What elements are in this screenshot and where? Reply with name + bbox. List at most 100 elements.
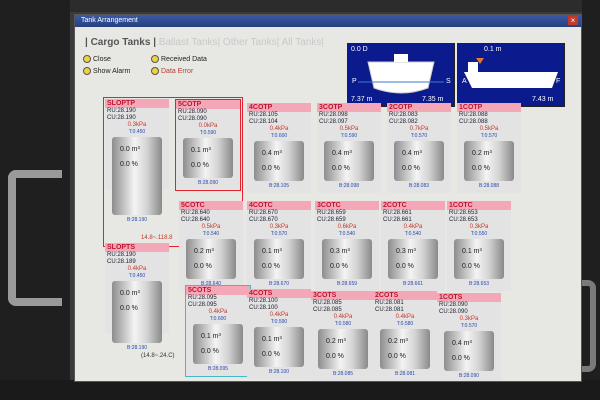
tank-cylinder: 0.1 m³ 0.0 % <box>254 327 304 367</box>
tank-ru: RU:28.640 <box>181 210 210 216</box>
tank-card-2[interactable]: 4COTP RU:28.105 CU:28.104 0.4kPa T:0.600 0.4 … <box>247 103 311 193</box>
tank-b-value: B:28.659 <box>336 281 358 287</box>
tank-volume: 0.4 m³ <box>402 150 422 157</box>
tank-card-14[interactable]: 3COTS RU:28.085 CU:28.085 0.4kPa T:0.580 0.2 … <box>311 291 375 381</box>
tank-fill-percent: 0.0 % <box>191 162 209 169</box>
draft-port-value: 7.37 m <box>351 96 373 103</box>
tank-pressure: 0.3kPa <box>459 316 479 322</box>
status-dot-icon <box>151 67 159 75</box>
tab-all-tanks[interactable]: All Tanks <box>282 37 322 48</box>
tank-tabs: | Cargo Tanks | Ballast Tanks| Other Tan… <box>85 37 324 48</box>
tank-name: 5COTS <box>186 286 250 295</box>
draft-fore-value: 7.43 m <box>532 96 554 103</box>
ship-trim-panel: 0.1 m A F 7.43 m <box>457 43 565 107</box>
tank-temperature: T:0.600 <box>270 133 288 139</box>
tank-b-value: B:28.670 <box>268 281 290 287</box>
tank-b-value: B:28.088 <box>478 183 500 189</box>
tank-volume: 0.2 m³ <box>326 338 346 345</box>
tank-card-0[interactable]: SLOPTP RU:28.190 CU:28.190 0.3kPa T:0.450 0.0… <box>105 99 169 223</box>
tank-pressure: 0.7kPa <box>409 126 429 132</box>
tank-volume: 0.0 m³ <box>120 146 140 153</box>
tank-name: SLOPTP <box>105 99 169 108</box>
tank-temperature: T:0.580 <box>396 321 414 327</box>
tank-fill-percent: 0.0 % <box>462 263 480 270</box>
tank-cu: CU:28.661 <box>383 217 412 223</box>
tank-cu: CU:28.088 <box>459 119 488 125</box>
window-title: Tank Arrangement <box>81 17 138 24</box>
tank-cu: CU:28.081 <box>375 307 404 313</box>
radio-icon <box>83 67 91 75</box>
tank-cu: CU:28.082 <box>389 119 418 125</box>
tank-fill-percent: 0.0 % <box>388 353 406 360</box>
aft-label: A <box>462 78 467 85</box>
tank-card-15[interactable]: 2COTS RU:28.081 CU:28.081 0.4kPa T:0.580 0.2 … <box>373 291 437 381</box>
tank-cylinder: 0.2 m³ 0.0 % <box>380 329 430 369</box>
tank-cu: CU:28.104 <box>249 119 278 125</box>
tank-temperature: T:0.570 <box>460 323 478 329</box>
tank-card-3[interactable]: 3COTP RU:28.098 CU:28.097 0.5kPa T:0.590 0.4 … <box>317 103 381 193</box>
tank-volume: 0.4 m³ <box>262 150 282 157</box>
tank-card-13[interactable]: 4COTS RU:28.100 CU:28.100 0.4kPa T:0.590 0.1 … <box>247 289 311 379</box>
tank-cylinder: 0.4 m³ 0.0 % <box>254 141 304 181</box>
tank-pressure: 0.4kPa <box>333 314 353 320</box>
tank-b-value: B:28.105 <box>268 183 290 189</box>
tank-b-value: B:28.190 <box>126 345 148 351</box>
slops-temperature: (14.8~.24.C) <box>141 353 175 359</box>
tank-card-1[interactable]: 5COTP RU:28.090 CU:28.090 0.0kPa T:0.590 0.1 … <box>175 99 241 191</box>
tank-card-11[interactable]: SLOPTS RU:28.190 CU:28.189 0.4kPa T:0.450 0.0… <box>105 243 169 351</box>
tank-name: 2COTS <box>373 291 437 300</box>
tank-volume: 0.0 m³ <box>120 290 140 297</box>
tank-volume: 0.4 m³ <box>452 340 472 347</box>
tank-b-value: B:28.661 <box>402 281 424 287</box>
show-alarm-option[interactable]: Show Alarm <box>83 67 130 75</box>
port-label: P <box>352 78 357 85</box>
tank-card-4[interactable]: 2COTP RU:28.083 CU:28.082 0.7kPa T:0.570 0.4 … <box>387 103 451 193</box>
tab-cargo-tanks[interactable]: | Cargo Tanks | <box>85 37 156 48</box>
monitor-bezel-bottom <box>0 380 600 400</box>
tank-volume: 0.3 m³ <box>330 248 350 255</box>
tank-card-7[interactable]: 4COTC RU:28.670 CU:28.670 0.3kPa T:0.570 0.1 … <box>247 201 311 291</box>
tank-cylinder: 0.4 m³ 0.0 % <box>394 141 444 181</box>
tank-name: 1COTC <box>447 201 511 210</box>
close-icon[interactable]: × <box>568 16 578 25</box>
tank-ru: RU:28.661 <box>383 210 412 216</box>
tank-cu: CU:28.090 <box>439 309 468 315</box>
tank-cu: CU:28.189 <box>107 259 136 265</box>
tank-volume: 0.1 m³ <box>262 336 282 343</box>
tank-b-value: B:28.090 <box>458 373 480 379</box>
tank-card-9[interactable]: 2COTC RU:28.661 CU:28.661 0.4kPa T:0.540 0.3 … <box>381 201 445 291</box>
tank-cu: CU:28.095 <box>188 302 217 308</box>
received-data-indicator: Received Data <box>151 55 207 63</box>
tank-fill-percent: 0.0 % <box>330 263 348 270</box>
tank-temperature: T:0.590 <box>199 130 217 136</box>
tank-ru: RU:28.085 <box>313 300 342 306</box>
tab-ballast-tanks[interactable]: Ballast Tanks <box>159 37 218 48</box>
close-option[interactable]: Close <box>83 55 111 63</box>
tank-fill-percent: 0.0 % <box>262 263 280 270</box>
tank-card-6[interactable]: 5COTC RU:28.640 CU:28.640 0.5kPa T:0.540 0.2 … <box>179 201 243 291</box>
ship-heel-panel: 0.0 D P S 7.37 m 7.35 m <box>347 43 455 107</box>
tank-volume: 0.1 m³ <box>262 248 282 255</box>
tank-pressure: 0.4kPa <box>269 312 289 318</box>
window-titlebar: Tank Arrangement × <box>75 15 581 27</box>
tab-other-tanks[interactable]: Other Tanks <box>223 37 277 48</box>
tank-name: 5COTC <box>179 201 243 210</box>
tank-fill-percent: 0.0 % <box>396 263 414 270</box>
tank-ru: RU:28.081 <box>375 300 404 306</box>
tank-card-8[interactable]: 3COTC RU:28.659 CU:28.659 0.6kPa T:0.540 0.3 … <box>315 201 379 291</box>
tank-volume: 0.1 m³ <box>201 333 221 340</box>
tank-temperature: T:0.570 <box>270 231 288 237</box>
tank-card-16[interactable]: 1COTS RU:28.090 CU:28.090 0.3kPa T:0.570 0.4 … <box>437 293 501 381</box>
tank-volume: 0.2 m³ <box>388 338 408 345</box>
tank-pressure: 0.4kPa <box>127 266 147 272</box>
tank-card-5[interactable]: 1COTP RU:28.088 CU:28.088 0.5kPa T:0.570 0.2 … <box>457 103 521 193</box>
tank-cu: CU:28.640 <box>181 217 210 223</box>
tank-b-value: B:28.085 <box>332 371 354 377</box>
tank-volume: 0.3 m³ <box>396 248 416 255</box>
tank-card-12[interactable]: 5COTS RU:28.095 CU:28.095 0.4kPa T:0.600 0.1 … <box>185 285 251 377</box>
tank-card-10[interactable]: 1COTC RU:28.653 CU:28.653 0.3kPa T:0.550 0.1 … <box>447 201 511 291</box>
tank-ru: RU:28.083 <box>389 112 418 118</box>
tank-cu: CU:28.085 <box>313 307 342 313</box>
status-dot-icon <box>151 55 159 63</box>
tank-temperature: T:0.540 <box>202 231 220 237</box>
